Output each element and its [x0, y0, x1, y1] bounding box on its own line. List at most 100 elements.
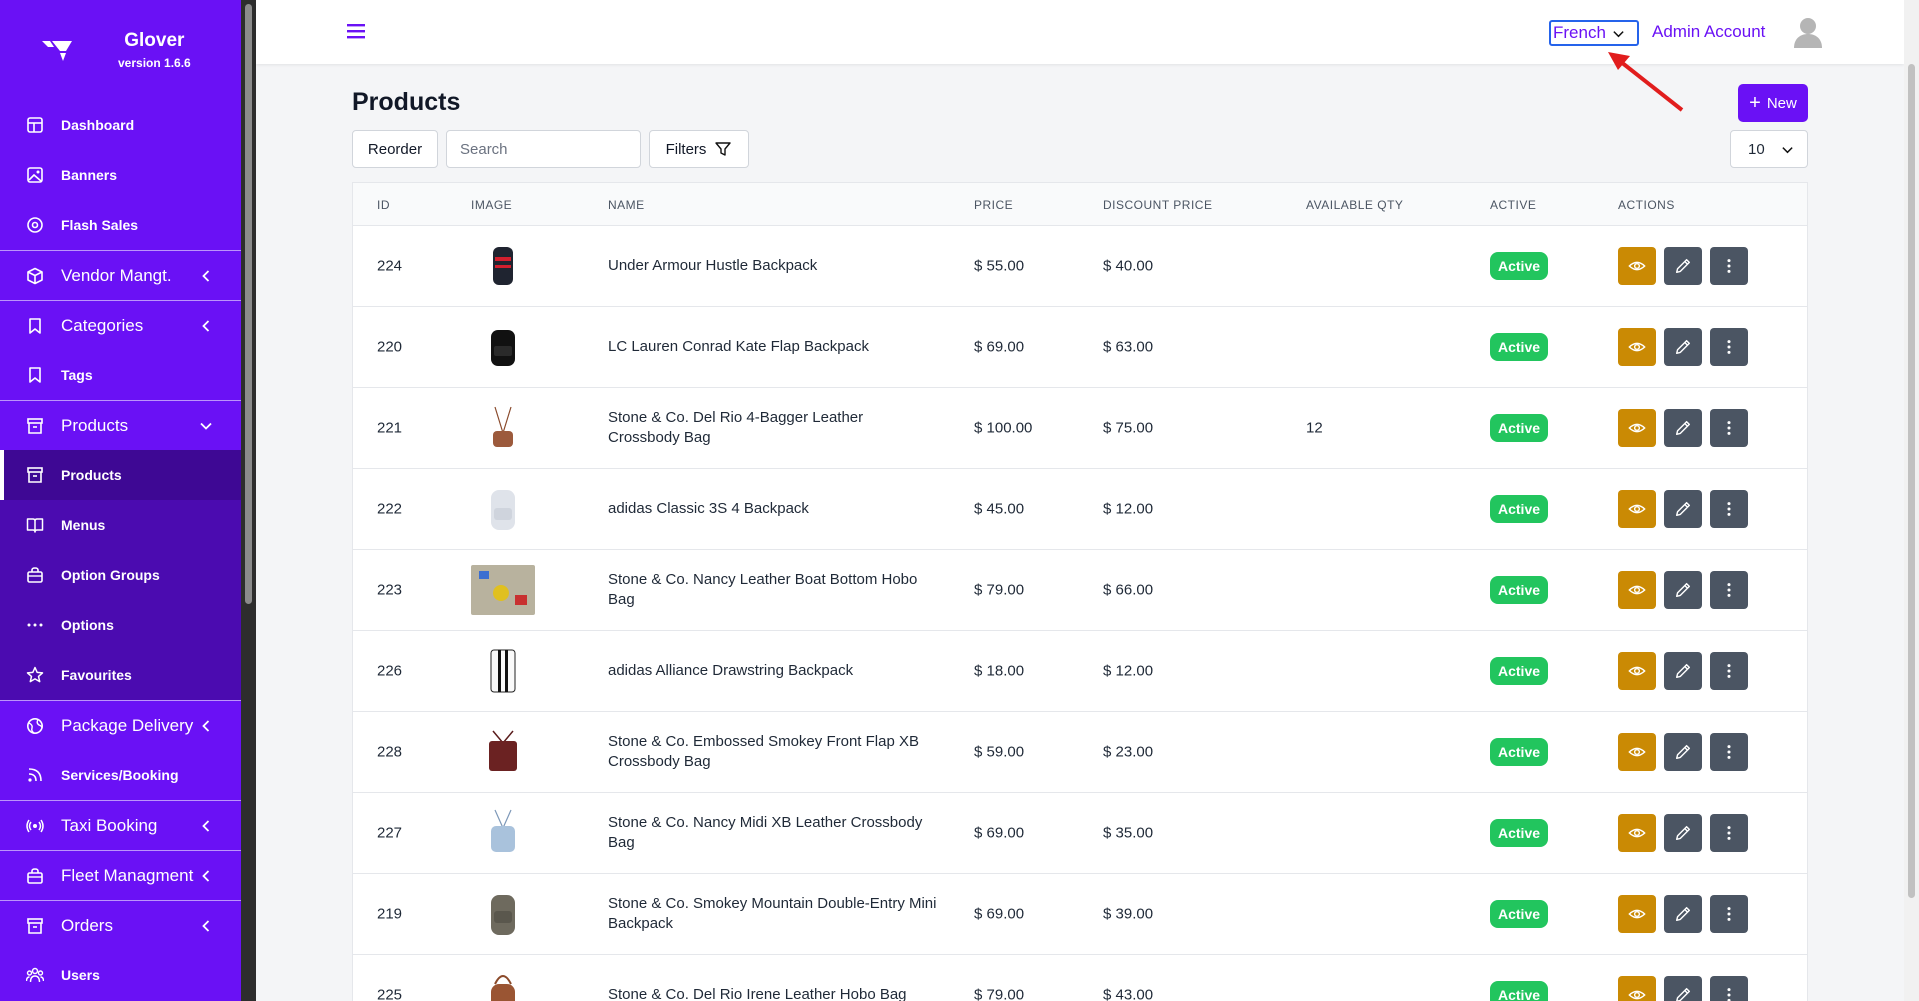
- more-options-button[interactable]: [1710, 409, 1748, 447]
- sidebar-item-dashboard[interactable]: Dashboard: [0, 100, 241, 150]
- sidebar-item-banners[interactable]: Banners: [0, 150, 241, 200]
- edit-button[interactable]: [1664, 814, 1702, 852]
- more-options-button[interactable]: [1710, 814, 1748, 852]
- table-row[interactable]: 224 Under Armour Hustle Backpack $ 55.00 $ …: [353, 226, 1807, 307]
- col-actions: ACTIONS: [1618, 198, 1675, 212]
- product-image: [471, 565, 535, 615]
- edit-button[interactable]: [1664, 409, 1702, 447]
- per-page-value: 10: [1748, 140, 1765, 158]
- more-options-button[interactable]: [1710, 895, 1748, 933]
- col-discount-price[interactable]: DISCOUNT PRICE: [1103, 198, 1212, 212]
- edit-button[interactable]: [1664, 571, 1702, 609]
- sidebar-item-products-sub[interactable]: Products: [0, 450, 241, 500]
- table-row[interactable]: 225 Stone & Co. Del Rio Irene Leather Hob…: [353, 955, 1807, 1001]
- edit-button[interactable]: [1664, 328, 1702, 366]
- table-row[interactable]: 219 Stone & Co. Smokey Mountain Double-En…: [353, 874, 1807, 955]
- view-button[interactable]: [1618, 571, 1656, 609]
- product-image: [471, 646, 535, 696]
- col-active[interactable]: ACTIVE: [1490, 198, 1536, 212]
- view-button[interactable]: [1618, 895, 1656, 933]
- pencil-icon: [1675, 906, 1691, 922]
- sidebar-scrollbar[interactable]: [241, 0, 256, 1001]
- sidebar-item-flash-sales[interactable]: Flash Sales: [0, 200, 241, 250]
- more-options-button[interactable]: [1710, 328, 1748, 366]
- archive-icon: [26, 917, 44, 935]
- hamburger-menu-icon[interactable]: [347, 22, 365, 40]
- chevron-left-icon: [202, 269, 210, 282]
- edit-button[interactable]: [1664, 733, 1702, 771]
- search-input[interactable]: [446, 130, 641, 168]
- sidebar-item-fleet-managment[interactable]: Fleet Managment: [0, 851, 241, 900]
- edit-button[interactable]: [1664, 652, 1702, 690]
- more-options-button[interactable]: [1710, 571, 1748, 609]
- new-product-button[interactable]: + New: [1738, 84, 1808, 122]
- view-button[interactable]: [1618, 409, 1656, 447]
- table-row[interactable]: 227 Stone & Co. Nancy Midi XB Leather Cro…: [353, 793, 1807, 874]
- status-badge: Active: [1490, 576, 1549, 604]
- user-avatar-icon[interactable]: [1793, 16, 1823, 48]
- chevron-left-icon: [202, 819, 210, 832]
- edit-button[interactable]: [1664, 490, 1702, 528]
- table-row[interactable]: 223 Stone & Co. Nancy Leather Boat Bottom…: [353, 550, 1807, 631]
- eye-icon: [1628, 666, 1646, 676]
- more-options-button[interactable]: [1710, 652, 1748, 690]
- page-scrollbar[interactable]: [1904, 0, 1919, 1001]
- globe-icon: [26, 717, 44, 735]
- view-button[interactable]: [1618, 328, 1656, 366]
- sidebar-item-options[interactable]: Options: [0, 600, 241, 650]
- sidebar-item-option-groups[interactable]: Option Groups: [0, 550, 241, 600]
- sidebar-item-products[interactable]: Products: [0, 401, 241, 450]
- sidebar-item-users[interactable]: Users: [0, 950, 241, 1000]
- admin-account-link[interactable]: Admin Account: [1652, 22, 1765, 42]
- sidebar-item-vendor-mangt[interactable]: Vendor Mangt.: [0, 251, 241, 300]
- status-badge: Active: [1490, 900, 1549, 928]
- brand[interactable]: Glover version 1.6.6: [0, 0, 241, 100]
- chevron-down-icon: [1782, 147, 1793, 154]
- cell-price: $ 69.00: [974, 338, 1025, 356]
- col-id[interactable]: ID: [377, 198, 390, 212]
- cell-name: Stone & Co. Embossed Smokey Front Flap X…: [608, 733, 919, 770]
- language-select[interactable]: French: [1549, 20, 1639, 46]
- sidebar-item-taxi-booking[interactable]: Taxi Booking: [0, 801, 241, 850]
- edit-button[interactable]: [1664, 247, 1702, 285]
- chevron-left-icon: [202, 319, 210, 332]
- col-available-qty[interactable]: AVAILABLE QTY: [1306, 198, 1403, 212]
- table-row[interactable]: 226 adidas Alliance Drawstring Backpack $ …: [353, 631, 1807, 712]
- col-price[interactable]: PRICE: [974, 198, 1013, 212]
- reorder-button[interactable]: Reorder: [352, 130, 438, 168]
- filters-button[interactable]: Filters: [649, 130, 749, 168]
- more-options-button[interactable]: [1710, 247, 1748, 285]
- edit-button[interactable]: [1664, 895, 1702, 933]
- sidebar-item-services-booking[interactable]: Services/Booking: [0, 750, 241, 800]
- sidebar-item-orders[interactable]: Orders: [0, 901, 241, 950]
- cell-name: LC Lauren Conrad Kate Flap Backpack: [608, 338, 869, 355]
- view-button[interactable]: [1618, 247, 1656, 285]
- sidebar-item-menus[interactable]: Menus: [0, 500, 241, 550]
- chevron-down-icon: [200, 422, 212, 430]
- product-image: [471, 970, 535, 1001]
- sidebar-item-categories[interactable]: Categories: [0, 301, 241, 350]
- rss-icon: [26, 766, 44, 784]
- view-button[interactable]: [1618, 976, 1656, 1001]
- sidebar-item-label: Orders: [61, 915, 113, 935]
- table-row[interactable]: 228 Stone & Co. Embossed Smokey Front Fla…: [353, 712, 1807, 793]
- view-button[interactable]: [1618, 652, 1656, 690]
- flash-icon: [26, 216, 44, 234]
- sidebar-item-tags[interactable]: Tags: [0, 350, 241, 400]
- table-row[interactable]: 222 adidas Classic 3S 4 Backpack $ 45.00 $ …: [353, 469, 1807, 550]
- cell-price: $ 79.00: [974, 986, 1025, 1001]
- more-options-button[interactable]: [1710, 976, 1748, 1001]
- more-options-button[interactable]: [1710, 733, 1748, 771]
- sidebar-item-package-delivery[interactable]: Package Delivery: [0, 701, 241, 750]
- view-button[interactable]: [1618, 490, 1656, 528]
- more-options-button[interactable]: [1710, 490, 1748, 528]
- table-row[interactable]: 220 LC Lauren Conrad Kate Flap Backpack $ …: [353, 307, 1807, 388]
- view-button[interactable]: [1618, 814, 1656, 852]
- table-row[interactable]: 221 Stone & Co. Del Rio 4-Bagger Leather …: [353, 388, 1807, 469]
- edit-button[interactable]: [1664, 976, 1702, 1001]
- sidebar-item-favourites[interactable]: Favourites: [0, 650, 241, 700]
- eye-icon: [1628, 828, 1646, 838]
- col-name[interactable]: NAME: [608, 198, 645, 212]
- per-page-select[interactable]: 10: [1730, 130, 1808, 168]
- view-button[interactable]: [1618, 733, 1656, 771]
